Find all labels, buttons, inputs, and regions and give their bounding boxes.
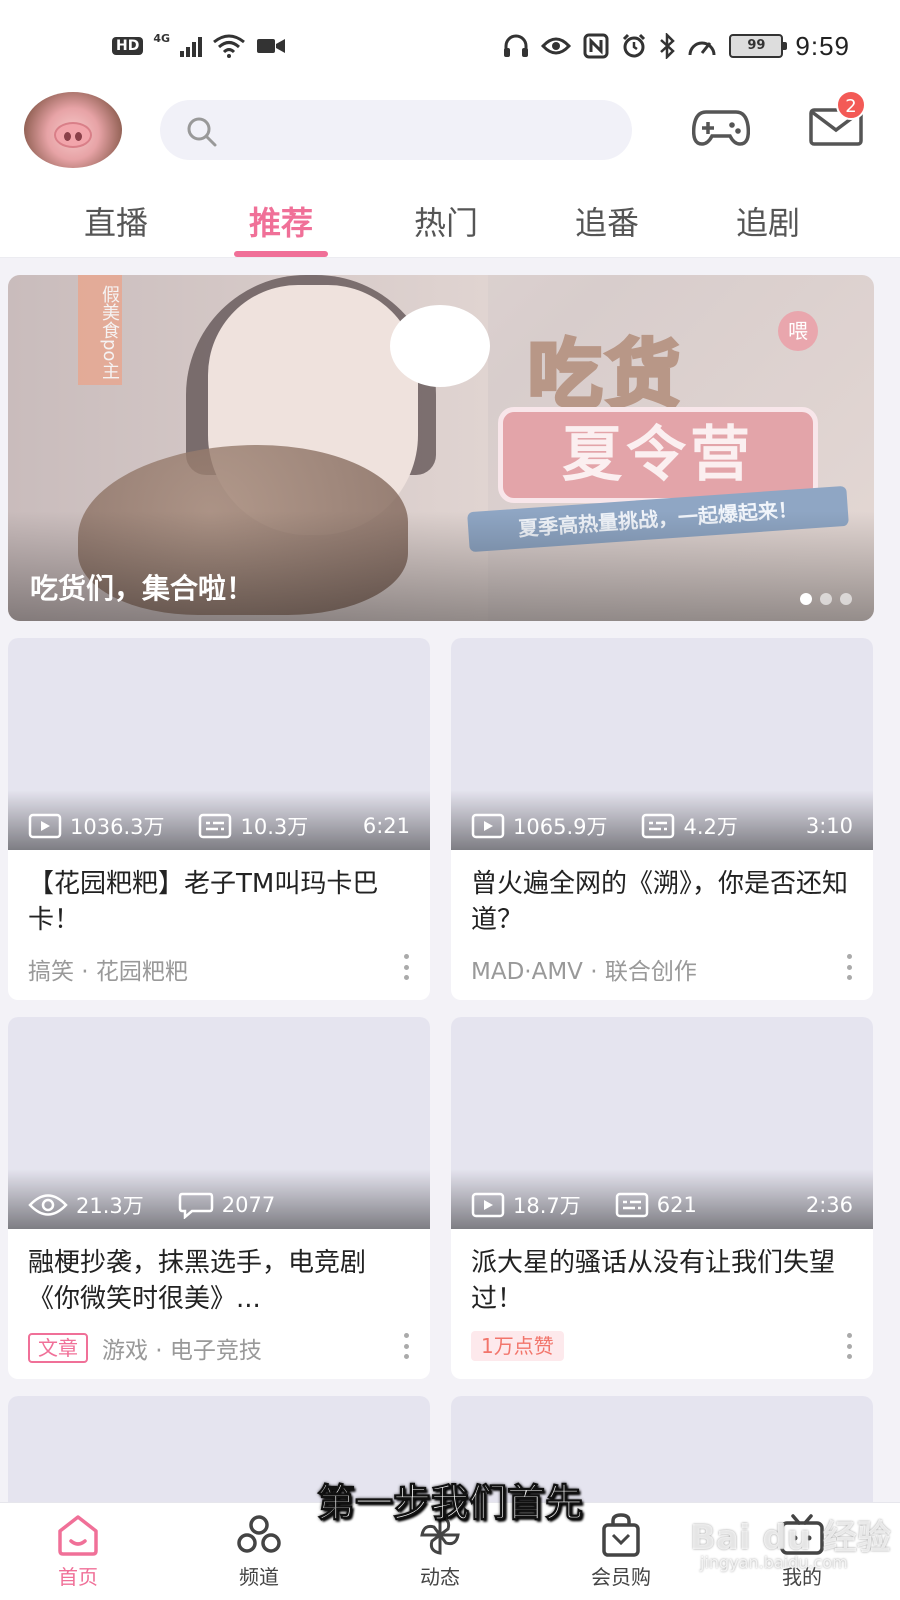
wifi-icon bbox=[213, 34, 245, 58]
battery-icon: 99 bbox=[729, 34, 788, 58]
danmaku-count: 4.2万 bbox=[683, 815, 738, 839]
view-count: 1065.9万 bbox=[513, 815, 608, 839]
video-thumbnail[interactable]: 1036.3万 10.3万 6:21 bbox=[8, 638, 430, 850]
play-count-icon bbox=[471, 813, 505, 839]
tab-anime[interactable]: 追番 bbox=[537, 198, 677, 244]
danmaku-icon bbox=[615, 1192, 649, 1218]
more-options-icon[interactable] bbox=[402, 1333, 410, 1359]
clock: 9:59 bbox=[795, 30, 850, 61]
app-header: 2 bbox=[0, 90, 900, 190]
video-stats: 1065.9万 4.2万 3:10 bbox=[471, 812, 853, 840]
video-duration: 2:36 bbox=[805, 1193, 853, 1217]
article-stats: 21.3万 2077 bbox=[28, 1191, 410, 1219]
video-camera-icon bbox=[257, 39, 286, 53]
nfc-icon bbox=[583, 33, 609, 59]
carousel-dot[interactable] bbox=[840, 593, 852, 605]
video-stats: 1036.3万 10.3万 6:21 bbox=[28, 812, 410, 840]
messages-button[interactable]: 2 bbox=[808, 90, 866, 152]
banner-carousel[interactable]: 假美食po主 吃货 喂 夏令营 夏季高热量挑战，一起爆起来！ 吃货们，集合啦！ bbox=[8, 275, 874, 621]
eye-icon bbox=[28, 1194, 68, 1216]
nav-label: 动态 bbox=[420, 1565, 460, 1589]
search-input[interactable] bbox=[160, 100, 632, 160]
banner-circle bbox=[390, 305, 490, 387]
network-type: 4G bbox=[153, 31, 171, 45]
article-card[interactable]: 21.3万 2077 融梗抄袭，抹黑选手，电竞剧《你微笑时很美》... 文章 游… bbox=[8, 1017, 430, 1379]
video-card[interactable]: 18.7万 621 2:36 派大星的骚话从没有让我们失望过！ 1万点赞 bbox=[451, 1017, 873, 1379]
top-tabs: 直播 推荐 热门 追番 追剧 bbox=[0, 190, 900, 258]
video-stats: 18.7万 621 2:36 bbox=[471, 1191, 853, 1219]
view-count: 21.3万 bbox=[76, 1194, 144, 1218]
nav-label: 首页 bbox=[58, 1565, 98, 1589]
banner-tag: 假美食po主 bbox=[78, 275, 122, 385]
messages-badge: 2 bbox=[836, 90, 866, 120]
tab-live[interactable]: 直播 bbox=[46, 198, 186, 244]
search-icon bbox=[187, 117, 217, 147]
view-count: 18.7万 bbox=[513, 1194, 581, 1218]
nav-label: 会员购 bbox=[591, 1565, 651, 1589]
banner-title: 吃货们，集合啦！ bbox=[30, 572, 255, 605]
video-card[interactable]: 1065.9万 4.2万 3:10 曾火遍全网的《溯》，你是否还知道？ MAD·… bbox=[451, 638, 873, 1000]
video-duration: 3:10 bbox=[805, 814, 853, 838]
card-meta: 搞笑 · 花园粑粑 bbox=[28, 952, 188, 986]
banner-logo-top: 吃货 bbox=[526, 330, 684, 420]
video-thumbnail[interactable]: 1065.9万 4.2万 3:10 bbox=[451, 638, 873, 850]
carousel-dot[interactable] bbox=[800, 593, 812, 605]
more-options-icon[interactable] bbox=[845, 954, 853, 980]
comment-icon bbox=[178, 1192, 214, 1219]
card-title[interactable]: 曾火遍全网的《溯》，你是否还知道？ bbox=[471, 866, 853, 938]
video-card[interactable]: 1036.3万 10.3万 6:21 【花园粑粑】老子TM叫玛卡巴卡！ 搞笑 ·… bbox=[8, 638, 430, 1000]
more-options-icon[interactable] bbox=[402, 954, 410, 980]
headphones-icon bbox=[504, 34, 529, 57]
status-bar: HD 4G 99 9:59 bbox=[0, 0, 900, 90]
tab-indicator bbox=[234, 251, 328, 257]
banner-logo-badge: 喂 bbox=[778, 311, 818, 351]
watermark-text: Bai du 经验 bbox=[690, 1518, 891, 1558]
card-meta: MAD·AMV · 联合创作 bbox=[471, 952, 697, 986]
speed-gauge-icon bbox=[688, 41, 716, 56]
video-duration: 6:21 bbox=[362, 814, 410, 838]
hd-indicator: HD bbox=[112, 37, 144, 55]
status-right: 99 9:59 bbox=[503, 28, 850, 64]
article-tag: 文章 bbox=[28, 1333, 88, 1363]
danmaku-icon bbox=[199, 813, 232, 839]
card-category: 搞笑 · 花园粑粑 bbox=[28, 959, 188, 985]
signal-icon bbox=[180, 35, 203, 57]
tab-recommend[interactable]: 推荐 bbox=[211, 198, 351, 244]
game-center-button[interactable] bbox=[691, 104, 751, 154]
play-count-icon bbox=[28, 813, 62, 839]
tab-drama[interactable]: 追剧 bbox=[698, 198, 838, 244]
carousel-dot[interactable] bbox=[820, 593, 832, 605]
likes-tag: 1万点赞 bbox=[471, 1331, 564, 1361]
comment-count: 2077 bbox=[221, 1193, 276, 1217]
view-count: 1036.3万 bbox=[70, 815, 165, 839]
carousel-dots bbox=[800, 593, 852, 605]
card-meta: 文章 游戏 · 电子竞技 bbox=[28, 1331, 262, 1365]
banner-logo-main: 夏令营 bbox=[498, 407, 818, 503]
tab-hot[interactable]: 热门 bbox=[376, 198, 516, 244]
more-options-icon[interactable] bbox=[845, 1333, 853, 1359]
status-left: HD 4G bbox=[112, 28, 286, 64]
play-count-icon bbox=[471, 1192, 505, 1218]
card-title[interactable]: 派大星的骚话从没有让我们失望过！ bbox=[471, 1245, 853, 1317]
bluetooth-icon bbox=[660, 33, 676, 59]
card-title[interactable]: 融梗抄袭，抹黑选手，电竞剧《你微笑时很美》... bbox=[28, 1245, 410, 1317]
danmaku-count: 10.3万 bbox=[240, 815, 309, 839]
card-category: 游戏 · 电子竞技 bbox=[102, 1338, 262, 1364]
card-title[interactable]: 【花园粑粑】老子TM叫玛卡巴卡！ bbox=[28, 866, 410, 938]
article-thumbnail[interactable]: 21.3万 2077 bbox=[8, 1017, 430, 1229]
nav-label: 频道 bbox=[239, 1565, 279, 1589]
avatar-pig-snout bbox=[54, 122, 92, 148]
danmaku-icon bbox=[642, 813, 675, 839]
gamepad-icon bbox=[691, 110, 751, 146]
eye-icon bbox=[541, 37, 572, 55]
danmaku-count: 621 bbox=[656, 1193, 697, 1217]
card-category: MAD·AMV · 联合创作 bbox=[471, 959, 697, 985]
alarm-icon bbox=[623, 33, 646, 58]
watermark: Bai du 经验 jingyan.baidu.com bbox=[690, 1510, 891, 1572]
avatar[interactable] bbox=[24, 92, 122, 168]
card-meta: 1万点赞 bbox=[471, 1331, 564, 1361]
video-thumbnail[interactable]: 18.7万 621 2:36 bbox=[451, 1017, 873, 1229]
